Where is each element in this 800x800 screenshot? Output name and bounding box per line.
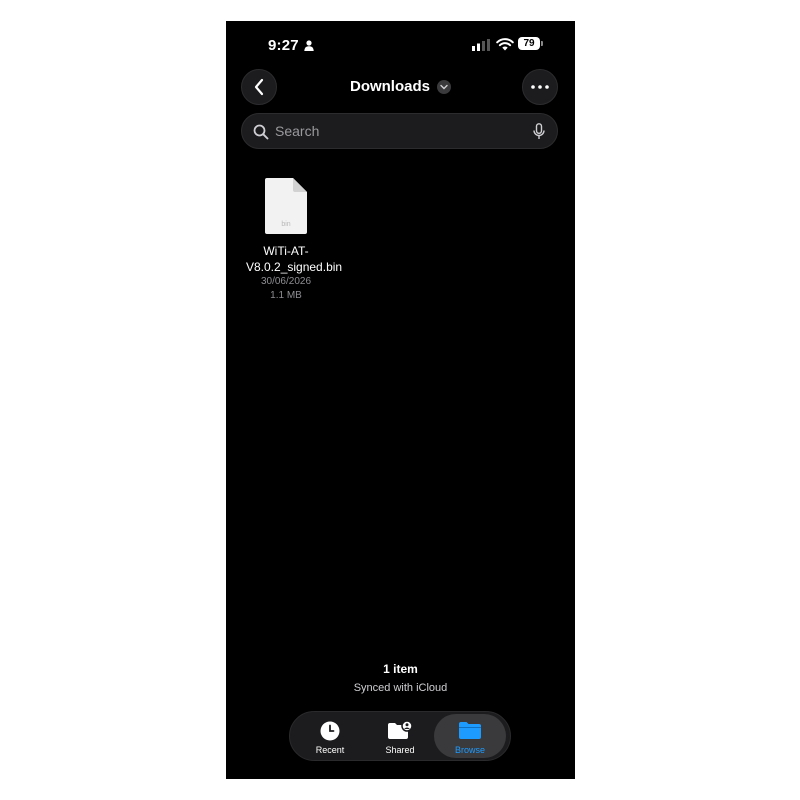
bin-file-icon: bin	[265, 178, 307, 234]
battery-level: 79	[518, 37, 540, 50]
tab-shared[interactable]: Shared	[364, 714, 436, 758]
tab-browse[interactable]: Browse	[434, 714, 506, 758]
chevron-down-icon	[437, 79, 451, 94]
folder-icon	[459, 722, 481, 739]
tab-bar: Recent Shared Browse	[289, 711, 511, 761]
file-type-label: bin	[281, 221, 290, 228]
more-options-button[interactable]	[522, 69, 558, 105]
person-icon	[304, 40, 314, 51]
battery-tip	[541, 41, 543, 46]
cellular-signal-icon	[472, 39, 490, 51]
phone-screen: 9:27 79 Downloads Search bin WiTi-AT-V8.…	[226, 21, 575, 779]
clock-icon	[320, 721, 340, 741]
file-date: 30/06/2026	[260, 276, 312, 287]
search-icon	[253, 124, 269, 140]
tab-recent[interactable]: Recent	[294, 714, 366, 758]
wifi-icon	[496, 38, 514, 51]
search-input[interactable]	[275, 114, 515, 148]
ellipsis-icon	[531, 85, 549, 89]
file-item[interactable]: bin WiTi-AT-V8.0.2_signed.bin 30/06/2026…	[246, 176, 343, 303]
status-time: 9:27	[268, 37, 299, 54]
shared-folder-icon	[388, 721, 413, 739]
tab-shared-label: Shared	[385, 745, 415, 755]
page-title: Downloads	[349, 78, 430, 95]
tab-recent-label: Recent	[315, 745, 345, 755]
item-count: 1 item	[383, 662, 418, 676]
battery-indicator: 79	[518, 37, 544, 51]
file-name: WiTi-AT-V8.0.2_signed.bin	[246, 244, 343, 274]
file-size: 1.1 MB	[270, 290, 302, 301]
search-bar[interactable]	[241, 113, 558, 149]
microphone-icon[interactable]	[533, 123, 545, 140]
sync-status: Synced with iCloud	[353, 682, 448, 694]
tab-browse-label: Browse	[454, 745, 485, 755]
